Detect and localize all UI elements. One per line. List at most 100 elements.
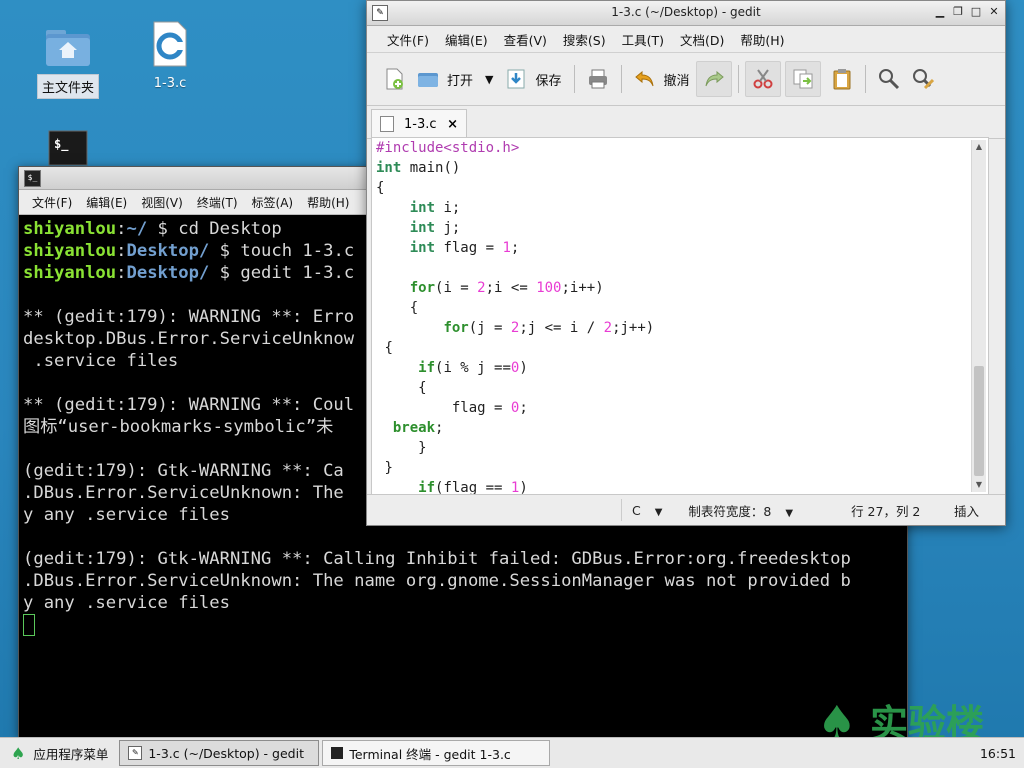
scroll-up-icon[interactable]: ▲ xyxy=(972,140,986,154)
code-line: break; xyxy=(376,418,988,438)
folder-open-icon xyxy=(418,73,438,87)
find-button[interactable] xyxy=(872,62,906,96)
redo-button[interactable] xyxy=(695,61,732,97)
minimize-icon[interactable]: ▁ xyxy=(933,5,947,19)
code-token: (i = xyxy=(435,280,478,296)
document-icon xyxy=(380,116,394,132)
terminal-menu-file[interactable]: 文件(F) xyxy=(25,194,79,211)
scrollbar-thumb[interactable] xyxy=(974,366,984,476)
code-token: #include<stdio.h> xyxy=(376,140,520,156)
code-token: 2 xyxy=(603,320,613,336)
code-line: { xyxy=(376,298,988,318)
tab-width-label: 制表符宽度：8 xyxy=(688,503,772,519)
code-token: (j = xyxy=(468,320,511,336)
print-button[interactable] xyxy=(581,62,615,96)
restore-icon[interactable]: ❐ xyxy=(951,5,965,19)
tab-label: 1-3.c xyxy=(404,116,437,132)
desktop-icon-source-file[interactable]: 1-3.c xyxy=(138,20,202,93)
language-selector[interactable]: C ▼ xyxy=(622,503,674,518)
code-line: { xyxy=(376,180,385,196)
chevron-down-icon: ▼ xyxy=(785,507,794,519)
desktop-icon-terminal[interactable]: $_ xyxy=(36,130,100,170)
save-button[interactable]: 保存 xyxy=(499,62,567,96)
copy-button[interactable] xyxy=(784,61,821,97)
terminal-menu-edit[interactable]: 编辑(E) xyxy=(79,194,134,211)
prompt-separator: : xyxy=(116,241,127,261)
gedit-window[interactable]: ✎ 1-3.c (~/Desktop) - gedit ▁ ❐ □ ✕ 文件(F… xyxy=(366,0,1006,526)
terminal-task-icon xyxy=(331,747,344,759)
gedit-tab-bar: 1-3.c × xyxy=(367,106,1005,139)
code-text[interactable]: #include<stdio.h> int main() { int i; int … xyxy=(372,138,988,495)
code-line: int flag = 1; xyxy=(376,238,988,258)
gedit-menu-file[interactable]: 文件(F) xyxy=(379,30,437,49)
gedit-menu-tools[interactable]: 工具(T) xyxy=(614,30,672,49)
tab-1-3-c[interactable]: 1-3.c × xyxy=(371,109,467,138)
prompt-command: $ touch 1-3.c xyxy=(209,241,355,261)
code-token: ; xyxy=(435,420,444,436)
code-token: flag = xyxy=(435,240,503,256)
find-replace-button[interactable] xyxy=(906,62,940,96)
terminal-line: (gedit:179): Gtk-WARNING **: Calling Inh… xyxy=(23,549,851,569)
code-token: flag = xyxy=(451,400,511,416)
gedit-menu-documents[interactable]: 文档(D) xyxy=(672,30,732,49)
app-menu-leaf-icon: ♠ xyxy=(11,743,26,763)
gedit-titlebar[interactable]: ✎ 1-3.c (~/Desktop) - gedit ▁ ❐ □ ✕ xyxy=(367,1,1005,26)
code-token: ; xyxy=(519,400,528,416)
code-line: flag = 0; xyxy=(376,398,988,418)
gedit-menu-edit[interactable]: 编辑(E) xyxy=(437,30,496,49)
open-recent-dropdown[interactable]: ▼ xyxy=(479,62,499,96)
gedit-window-title: 1-3.c (~/Desktop) - gedit xyxy=(611,5,761,19)
code-line: for(j = 2;j <= i / 2;j++) xyxy=(376,318,988,338)
editor-vertical-scrollbar[interactable]: ▲ ▼ xyxy=(971,140,986,492)
tab-close-icon[interactable]: × xyxy=(447,117,458,132)
terminal-menu-tabs[interactable]: 标签(A) xyxy=(245,194,301,211)
terminal-menu-view[interactable]: 视图(V) xyxy=(134,194,190,211)
code-token: { xyxy=(418,380,427,396)
copy-icon xyxy=(793,69,813,89)
code-line: int main() xyxy=(376,158,988,178)
gedit-menubar: 文件(F) 编辑(E) 查看(V) 搜索(S) 工具(T) 文档(D) 帮助(H… xyxy=(367,26,1005,53)
insert-mode: 插入 xyxy=(953,503,979,519)
paste-button[interactable] xyxy=(825,62,859,96)
code-token: ;i <= xyxy=(485,280,537,296)
open-button[interactable]: 打开 xyxy=(411,62,479,96)
undo-button[interactable]: 撤消 xyxy=(628,62,696,96)
gedit-statusbar: C ▼ 制表符宽度：8 ▼ 行 27，列 2 插入 xyxy=(367,494,1005,525)
gedit-menu-help[interactable]: 帮助(H) xyxy=(732,30,792,49)
code-line: #include<stdio.h> xyxy=(376,138,988,158)
code-token: for xyxy=(409,280,436,296)
code-editor[interactable]: #include<stdio.h> int main() { int i; int … xyxy=(371,137,989,495)
code-line: { xyxy=(376,378,988,398)
taskbar-item-terminal[interactable]: Terminal 终端 - gedit 1-3.c xyxy=(322,740,551,766)
gedit-menu-search[interactable]: 搜索(S) xyxy=(555,30,614,49)
cut-button[interactable] xyxy=(744,61,781,97)
c-source-file-icon xyxy=(153,21,187,67)
prompt-user: shiyanlou xyxy=(23,241,117,261)
chevron-down-icon: ▼ xyxy=(485,72,494,86)
terminal-menu-help[interactable]: 帮助(H) xyxy=(300,194,356,211)
prompt-path: Desktop/ xyxy=(126,263,210,283)
code-token: for xyxy=(443,320,469,336)
code-token: if xyxy=(418,360,436,376)
clock: 16:51 xyxy=(979,745,1016,761)
tab-width-selector[interactable]: 制表符宽度：8 ▼ xyxy=(674,501,805,520)
toolbar-separator xyxy=(573,65,575,93)
scroll-down-icon[interactable]: ▼ xyxy=(972,478,986,492)
applications-menu-button[interactable]: ♠ 应用程序菜单 xyxy=(3,741,116,765)
maximize-icon[interactable]: □ xyxy=(969,5,983,19)
code-token: (flag == xyxy=(435,480,511,495)
close-icon[interactable]: ✕ xyxy=(987,5,1001,19)
code-token: 1 xyxy=(502,240,511,256)
code-token: } xyxy=(418,440,427,456)
prompt-user: shiyanlou xyxy=(23,219,117,239)
code-token: ;i++) xyxy=(561,280,604,296)
code-line: int i; xyxy=(376,198,988,218)
desktop-icon-home[interactable]: 主文件夹 xyxy=(36,24,100,99)
taskbar-item-gedit[interactable]: ✎ 1-3.c (~/Desktop) - gedit xyxy=(119,740,320,766)
new-document-button[interactable] xyxy=(377,62,411,96)
terminal-menu-terminal[interactable]: 终端(T) xyxy=(190,194,245,211)
gedit-menu-view[interactable]: 查看(V) xyxy=(496,30,555,49)
find-replace-icon xyxy=(912,69,934,90)
